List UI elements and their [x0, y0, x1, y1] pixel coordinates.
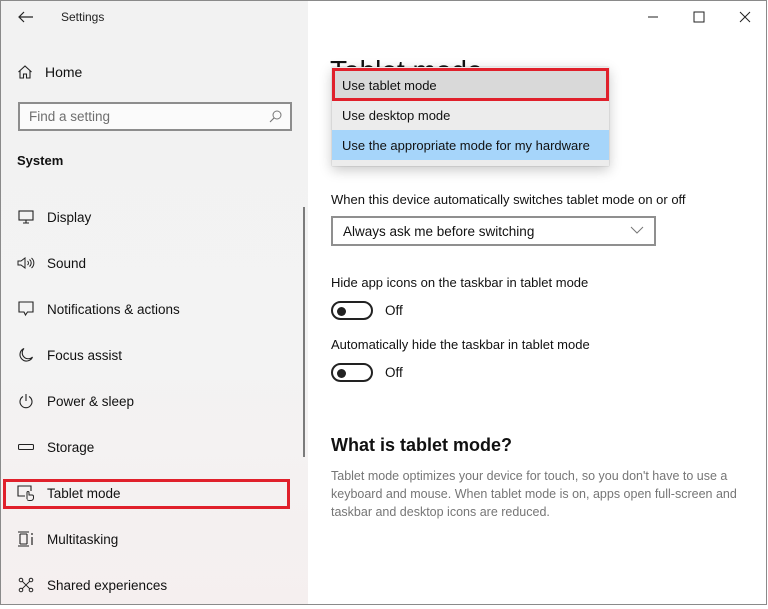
notifications-icon	[18, 301, 34, 317]
sidebar-item-shared-experiences[interactable]: Shared experiences	[1, 562, 301, 604]
sidebar-item-power-sleep[interactable]: Power & sleep	[1, 378, 301, 424]
sidebar-item-label: Tablet mode	[47, 485, 121, 501]
display-icon	[18, 210, 34, 224]
minimize-button[interactable]	[630, 1, 676, 33]
search-input[interactable]	[29, 109, 259, 124]
sidebar-item-label: Power & sleep	[47, 393, 135, 409]
minimize-icon	[648, 16, 658, 18]
auto-hide-taskbar-toggle[interactable]	[331, 363, 373, 382]
option-appropriate-mode[interactable]: Use the appropriate mode for my hardware	[332, 130, 609, 160]
sidebar-item-sound[interactable]: Sound	[1, 240, 301, 286]
close-icon	[739, 11, 751, 23]
window-controls	[630, 1, 766, 33]
option-use-desktop-mode[interactable]: Use desktop mode	[332, 100, 609, 130]
back-arrow-icon	[18, 11, 33, 23]
search-box[interactable]	[18, 102, 292, 131]
chevron-down-icon	[630, 226, 644, 234]
back-button[interactable]	[15, 7, 37, 27]
option-use-tablet-mode[interactable]: Use tablet mode	[332, 70, 609, 100]
power-icon	[19, 394, 33, 409]
sidebar-item-label: Multitasking	[47, 531, 119, 547]
toggle-state: Off	[385, 365, 403, 380]
section-label-system: System	[17, 153, 64, 168]
close-button[interactable]	[722, 1, 766, 33]
auto-hide-taskbar-label: Automatically hide the taskbar in tablet…	[331, 337, 590, 352]
sidebar-item-label: Storage	[47, 439, 95, 455]
auto-switch-dropdown[interactable]: Always ask me before switching	[331, 216, 656, 246]
tablet-mode-icon	[17, 485, 34, 501]
maximize-icon	[693, 11, 705, 23]
auto-switch-label: When this device automatically switches …	[331, 192, 686, 207]
sidebar-item-label: Notifications & actions	[47, 301, 180, 317]
sidebar-item-label: Focus assist	[47, 347, 123, 363]
search-icon[interactable]	[269, 110, 282, 123]
info-text: Tablet mode optimizes your device for to…	[331, 469, 737, 519]
maximize-button[interactable]	[676, 1, 722, 33]
hide-app-icons-label: Hide app icons on the taskbar in tablet …	[331, 275, 589, 290]
tablet-mode-options-popup: Use tablet mode Use desktop mode Use the…	[332, 67, 609, 166]
info-title: What is tablet mode?	[331, 435, 513, 455]
sidebar-item-home[interactable]: Home	[17, 61, 297, 83]
sidebar-item-label: Sound	[47, 255, 87, 271]
toggle-knob	[337, 306, 346, 316]
app-title: Settings	[61, 10, 105, 24]
sidebar-item-notifications[interactable]: Notifications & actions	[1, 286, 301, 332]
settings-window: Settings Home System Display	[0, 0, 767, 605]
sidebar-item-multitasking[interactable]: Multitasking	[1, 516, 301, 562]
hide-app-icons-toggle[interactable]	[331, 301, 373, 320]
moon-icon	[19, 347, 34, 362]
sidebar-item-label: Shared experiences	[47, 577, 168, 593]
auto-hide-taskbar-row: Off	[331, 363, 403, 382]
toggle-knob	[337, 368, 346, 378]
sidebar-scrollbar[interactable]	[303, 207, 305, 457]
shared-experiences-icon	[18, 577, 34, 593]
sidebar-item-tablet-mode[interactable]: Tablet mode	[1, 470, 301, 516]
sidebar-item-storage[interactable]: Storage	[1, 424, 301, 470]
auto-switch-value: Always ask me before switching	[343, 223, 535, 239]
sidebar-item-display[interactable]: Display	[1, 194, 301, 240]
titlebar-left: Settings	[1, 1, 308, 35]
toggle-state: Off	[385, 303, 403, 318]
sidebar: Settings Home System Display	[1, 1, 308, 604]
home-icon	[18, 65, 32, 79]
multitasking-icon	[18, 531, 33, 547]
sidebar-nav: Display Sound Notifications & actions Fo…	[1, 194, 301, 604]
sound-icon	[17, 257, 35, 269]
sidebar-item-label: Display	[47, 209, 92, 225]
home-label: Home	[45, 64, 83, 80]
sidebar-item-focus-assist[interactable]: Focus assist	[1, 332, 301, 378]
hide-app-icons-row: Off	[331, 301, 403, 320]
storage-icon	[18, 443, 34, 451]
